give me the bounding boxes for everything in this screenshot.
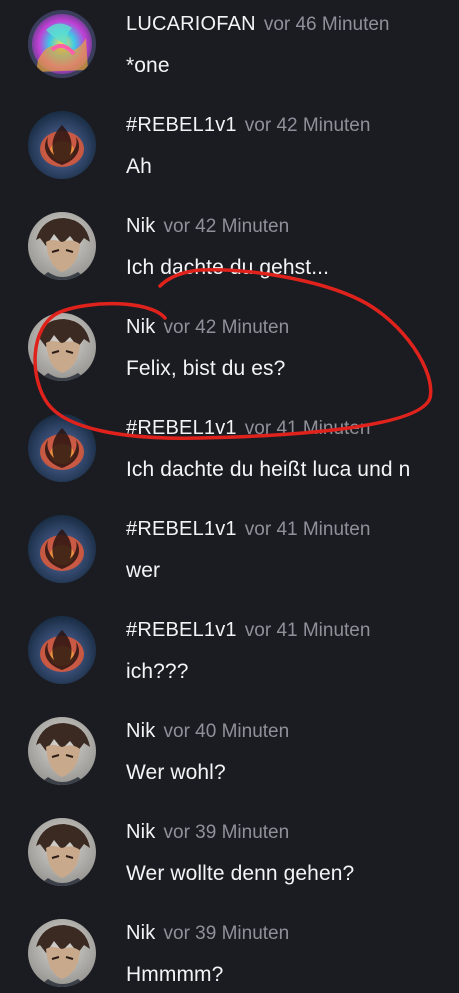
message-item: Nik vor 42 Minuten Felix, bist du es?	[0, 303, 459, 403]
message-item: #REBEL1v1 vor 41 Minuten Ich dachte du he…	[0, 404, 459, 504]
message-timestamp: vor 41 Minuten	[244, 418, 371, 439]
message-text: *one	[126, 54, 170, 77]
message-author[interactable]: #REBEL1v1 vor 41 Minuten	[126, 518, 370, 541]
message-author[interactable]: Nik vor 42 Minuten	[126, 215, 289, 238]
message-item: #REBEL1v1 vor 42 Minuten Ah	[0, 101, 459, 201]
nik-avatar[interactable]	[28, 818, 96, 886]
message-item: LUCARIOFAN vor 46 Minuten *one	[0, 0, 459, 100]
message-text: ich???	[126, 660, 189, 683]
message-author[interactable]: Nik vor 40 Minuten	[126, 720, 289, 743]
message-author[interactable]: #REBEL1v1 vor 41 Minuten	[126, 619, 370, 642]
message-text: Felix, bist du es?	[126, 357, 286, 380]
rebel-avatar[interactable]	[28, 111, 96, 179]
message-item: Nik vor 42 Minuten Ich dachte du gehst...	[0, 202, 459, 302]
message-author[interactable]: Nik vor 42 Minuten	[126, 316, 289, 339]
message-timestamp: vor 46 Minuten	[263, 14, 390, 35]
message-timestamp: vor 41 Minuten	[244, 519, 371, 540]
message-author[interactable]: Nik vor 39 Minuten	[126, 922, 289, 945]
message-author[interactable]: Nik vor 39 Minuten	[126, 821, 289, 844]
lucario-avatar[interactable]	[28, 10, 96, 78]
nik-avatar[interactable]	[28, 717, 96, 785]
message-timestamp: vor 39 Minuten	[163, 822, 290, 843]
message-author[interactable]: LUCARIOFAN vor 46 Minuten	[126, 13, 390, 36]
message-timestamp: vor 40 Minuten	[163, 721, 290, 742]
message-text: Wer wollte denn gehen?	[126, 862, 355, 885]
message-timestamp: vor 42 Minuten	[244, 115, 371, 136]
message-author[interactable]: #REBEL1v1 vor 42 Minuten	[126, 114, 370, 137]
nik-avatar[interactable]	[28, 313, 96, 381]
message-item: Nik vor 39 Minuten Wer wollte denn gehen?	[0, 808, 459, 908]
message-item: Nik vor 39 Minuten Hmmmm?	[0, 909, 459, 993]
message-text: Wer wohl?	[126, 761, 226, 784]
rebel-avatar[interactable]	[28, 515, 96, 583]
message-author[interactable]: #REBEL1v1 vor 41 Minuten	[126, 417, 370, 440]
message-text: Ah	[126, 155, 152, 178]
message-item: Nik vor 40 Minuten Wer wohl?	[0, 707, 459, 807]
message-timestamp: vor 42 Minuten	[163, 216, 290, 237]
rebel-avatar[interactable]	[28, 414, 96, 482]
message-item: #REBEL1v1 vor 41 Minuten wer	[0, 505, 459, 605]
message-text: Ich dachte du gehst...	[126, 256, 330, 279]
chat-message-list: LUCARIOFAN vor 46 Minuten *one #REBEL1v1 v…	[0, 0, 459, 993]
message-text: Ich dachte du heißt luca und n	[126, 458, 411, 481]
message-item: #REBEL1v1 vor 41 Minuten ich???	[0, 606, 459, 706]
message-text: Hmmmm?	[126, 963, 224, 986]
message-timestamp: vor 39 Minuten	[163, 923, 290, 944]
message-timestamp: vor 41 Minuten	[244, 620, 371, 641]
message-timestamp: vor 42 Minuten	[163, 317, 290, 338]
nik-avatar[interactable]	[28, 919, 96, 987]
rebel-avatar[interactable]	[28, 616, 96, 684]
nik-avatar[interactable]	[28, 212, 96, 280]
message-text: wer	[126, 559, 161, 582]
